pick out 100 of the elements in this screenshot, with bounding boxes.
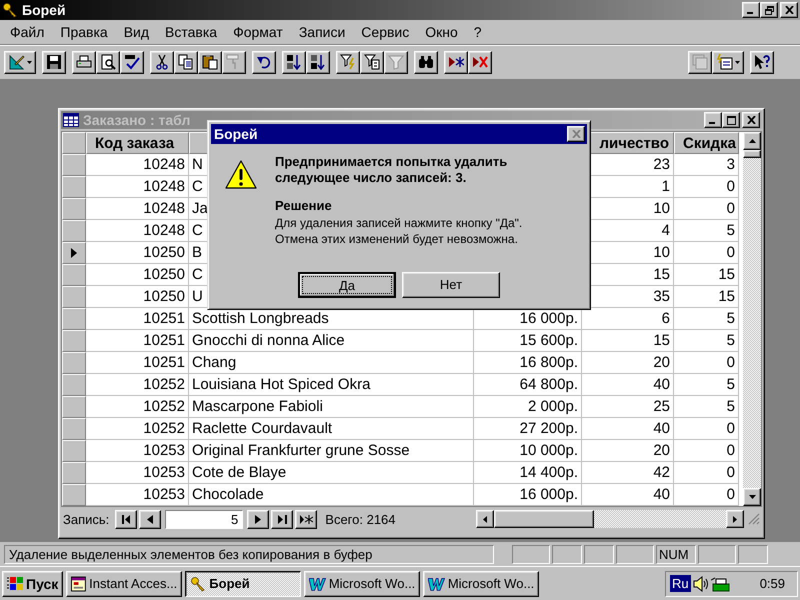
delete-record-button[interactable] bbox=[468, 50, 492, 74]
table-cell: Louisiana Hot Spiced Okra bbox=[189, 374, 474, 396]
record-number-field[interactable]: 5 bbox=[165, 510, 244, 528]
table-cell: 2 000р. bbox=[474, 396, 582, 418]
clock: 0:59 bbox=[760, 576, 786, 591]
sort-descending-icon bbox=[310, 54, 326, 70]
new-record-button[interactable] bbox=[295, 510, 318, 528]
form-window-icon bbox=[71, 576, 86, 592]
start-button[interactable]: Пуск bbox=[2, 570, 64, 596]
window-stack-icon bbox=[692, 54, 708, 70]
sort-descending-button[interactable] bbox=[306, 50, 330, 74]
column-header[interactable]: Код заказа bbox=[86, 132, 189, 154]
column-header[interactable]: Скидка bbox=[674, 132, 739, 154]
table-cell: 10251 bbox=[86, 330, 189, 352]
menu-item[interactable]: Файл bbox=[2, 24, 52, 40]
table-cell: 10250 bbox=[86, 286, 189, 308]
find-button[interactable] bbox=[414, 50, 438, 74]
cut-button[interactable] bbox=[150, 50, 174, 74]
status-panel bbox=[616, 544, 654, 564]
taskbar-button[interactable]: Instant Acces... bbox=[66, 570, 182, 596]
table-cell: 10251 bbox=[86, 352, 189, 374]
scroll-right-icon bbox=[733, 516, 737, 522]
table-cell: 10251 bbox=[86, 308, 189, 330]
scroll-up-icon bbox=[748, 139, 756, 143]
scroll-left-icon bbox=[483, 516, 487, 522]
speaker-icon[interactable] bbox=[692, 576, 709, 592]
table-cell: 27 200р. bbox=[474, 418, 582, 440]
table-cell: 10248 bbox=[86, 154, 189, 176]
restore-icon bbox=[764, 6, 774, 14]
view-button[interactable] bbox=[4, 50, 36, 74]
minimize-button[interactable] bbox=[704, 112, 722, 128]
undo-button[interactable] bbox=[252, 50, 276, 74]
save-button[interactable] bbox=[42, 50, 66, 74]
table-cell: 10252 bbox=[86, 396, 189, 418]
horizontal-scrollbar[interactable] bbox=[476, 510, 744, 528]
language-indicator[interactable]: Ru bbox=[670, 575, 691, 592]
taskbar-button[interactable]: Борей bbox=[185, 570, 302, 596]
windows-logo-icon bbox=[7, 576, 23, 590]
new-object-button[interactable] bbox=[712, 50, 744, 74]
preview-button[interactable] bbox=[96, 50, 120, 74]
table-cell: Original Frankfurter grune Sosse bbox=[189, 440, 474, 462]
table-cell: 5 bbox=[674, 220, 739, 242]
maximize-button[interactable] bbox=[722, 112, 740, 128]
last-record-button[interactable] bbox=[271, 510, 294, 528]
taskbar-button[interactable]: Microsoft Wo... bbox=[423, 570, 540, 596]
table-cell: 10253 bbox=[86, 462, 189, 484]
close-icon bbox=[572, 130, 580, 138]
key-icon bbox=[2, 2, 18, 18]
menu-item[interactable]: Записи bbox=[290, 24, 354, 40]
menu-item[interactable]: Окно bbox=[417, 24, 466, 40]
new-record-button[interactable] bbox=[444, 50, 468, 74]
scrollbar-thumb[interactable] bbox=[743, 150, 761, 158]
printer-icon[interactable] bbox=[710, 576, 731, 592]
select-all-cell[interactable] bbox=[62, 132, 86, 154]
copy-button[interactable] bbox=[174, 50, 198, 74]
menu-item[interactable]: Вид bbox=[116, 24, 158, 40]
table-cell: Mascarpone Fabioli bbox=[189, 396, 474, 418]
maximize-icon bbox=[726, 116, 736, 124]
restore-button[interactable] bbox=[760, 2, 778, 18]
help-button[interactable] bbox=[750, 50, 774, 74]
help-pointer-icon bbox=[754, 54, 770, 70]
table-cell: 40 bbox=[582, 484, 674, 506]
last-record-icon bbox=[278, 514, 287, 524]
filter-selection-button[interactable] bbox=[336, 50, 360, 74]
no-button[interactable]: Нет bbox=[402, 272, 500, 298]
table-cell: 5 bbox=[674, 374, 739, 396]
table-cell: Chang bbox=[189, 352, 474, 374]
previous-record-button[interactable] bbox=[139, 510, 162, 528]
menu-item[interactable]: Вставка bbox=[157, 24, 226, 40]
filter-form-button[interactable] bbox=[360, 50, 384, 74]
print-button[interactable] bbox=[72, 50, 96, 74]
minimize-button[interactable] bbox=[742, 2, 760, 18]
next-record-button[interactable] bbox=[247, 510, 270, 528]
dialog-heading: Решение bbox=[275, 198, 333, 213]
table-cell: 3 bbox=[674, 154, 739, 176]
spelling-button[interactable] bbox=[120, 50, 144, 74]
menu-item[interactable]: ? bbox=[466, 24, 490, 40]
record-selector[interactable] bbox=[62, 242, 86, 264]
warning-icon bbox=[225, 160, 257, 190]
dialog-title: Борей bbox=[214, 126, 258, 142]
menu-item[interactable]: Сервис bbox=[353, 24, 418, 40]
close-button[interactable] bbox=[780, 2, 798, 18]
close-button[interactable] bbox=[567, 126, 585, 142]
table-cell: 0 bbox=[674, 484, 739, 506]
first-record-button[interactable] bbox=[115, 510, 138, 528]
scrollbar-thumb[interactable] bbox=[494, 510, 594, 528]
table-cell: 20 bbox=[582, 440, 674, 462]
close-button[interactable] bbox=[742, 112, 760, 128]
taskbar-button[interactable]: Microsoft Wo... bbox=[304, 570, 420, 596]
menu-item[interactable]: Правка bbox=[52, 24, 116, 40]
table-cell: 40 bbox=[582, 418, 674, 440]
sort-ascending-button[interactable] bbox=[282, 50, 306, 74]
scroll-down-icon bbox=[748, 495, 756, 499]
table-cell: 10248 bbox=[86, 220, 189, 242]
paste-button[interactable] bbox=[198, 50, 222, 74]
menu-item[interactable]: Формат bbox=[225, 24, 291, 40]
table-cell: 10252 bbox=[86, 374, 189, 396]
vertical-scrollbar[interactable] bbox=[743, 132, 761, 506]
table-cell: 10 000р. bbox=[474, 440, 582, 462]
yes-button[interactable]: Да bbox=[298, 272, 396, 298]
